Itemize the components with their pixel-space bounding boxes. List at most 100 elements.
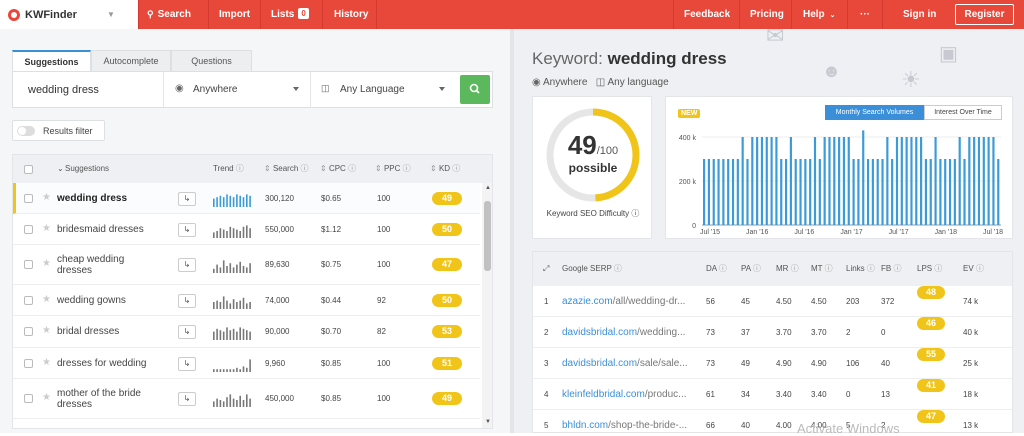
nav-import[interactable]: Import <box>219 0 250 29</box>
search-keyword-arrow-button[interactable]: ↳ <box>178 294 196 308</box>
volume-bar <box>731 159 735 225</box>
register-button[interactable]: Register <box>955 4 1014 25</box>
volume-bar <box>905 137 908 225</box>
serp-url-link[interactable]: bhldn.com/shop-the-bride-... <box>562 410 687 432</box>
cell-search: 9,960 <box>265 359 286 368</box>
serp-url-link[interactable]: kleinfeldbridal.com/produc... <box>562 379 687 410</box>
trend-bar <box>226 194 228 207</box>
serp-url-link[interactable]: davidsbridal.com/sale/sale... <box>562 348 688 379</box>
nav-history[interactable]: History <box>334 0 368 29</box>
expand-icon[interactable]: ⤢ <box>543 252 549 286</box>
cell-search: 450,000 <box>265 394 294 403</box>
trend-bar <box>229 195 232 207</box>
table-row[interactable]: ★ wedding dress ↳ 300,120 $0.65 100 49 <box>13 183 480 214</box>
table-row[interactable]: ★ mother of the bride dresses ↳ 450,000 $0.8… <box>13 379 480 419</box>
favorite-star-icon[interactable]: ★ <box>42 392 51 403</box>
select-all-checkbox[interactable] <box>24 165 33 174</box>
row-checkbox[interactable] <box>24 194 33 203</box>
cell-cpc: $0.75 <box>321 260 342 269</box>
table-row[interactable]: ★ dresses for wedding ↳ 9,960 $0.85 100 51 <box>13 348 480 379</box>
trend-bar <box>222 331 225 340</box>
favorite-star-icon[interactable]: ★ <box>42 294 51 305</box>
tab-questions[interactable]: Questions <box>171 50 252 71</box>
keyword-text[interactable]: cheap wedding dresses <box>57 254 152 276</box>
favorite-star-icon[interactable]: ★ <box>42 357 51 368</box>
volume-bar <box>760 137 764 225</box>
serp-row[interactable]: 3 davidsbridal.com/sale/sale... 73 49 4.90 4.… <box>533 348 1012 379</box>
favorite-star-icon[interactable]: ★ <box>42 192 51 203</box>
location-select[interactable]: Anywhere <box>193 72 237 108</box>
favorite-star-icon[interactable]: ★ <box>42 258 51 269</box>
search-keyword-arrow-button[interactable]: ↳ <box>178 192 196 206</box>
search-keyword-arrow-button[interactable]: ↳ <box>178 258 196 272</box>
toggle-switch[interactable] <box>17 126 35 136</box>
info-icon: ⓘ <box>718 264 727 273</box>
trend-bar <box>249 302 251 309</box>
keyword-text[interactable]: bridesmaid dresses <box>57 224 152 235</box>
trend-bar <box>216 398 218 407</box>
row-checkbox[interactable] <box>24 394 33 403</box>
nav-help[interactable]: Help ⌄ <box>803 0 836 29</box>
row-checkbox[interactable] <box>24 225 33 234</box>
volume-bar <box>751 137 754 225</box>
favorite-star-icon[interactable]: ★ <box>42 325 51 336</box>
cell-ppc: 82 <box>377 327 386 336</box>
nav-search[interactable]: ⚲ Search <box>147 0 191 29</box>
search-keyword-arrow-button[interactable]: ↳ <box>178 392 196 406</box>
search-keyword-arrow-button[interactable]: ↳ <box>178 223 196 237</box>
serp-row[interactable]: 1 azazie.com/all/wedding-dr... 56 45 4.50 4.5… <box>533 286 1012 317</box>
trend-bar <box>232 398 235 407</box>
search-keyword-arrow-button[interactable]: ↳ <box>178 357 196 371</box>
info-icon: ⓘ <box>402 164 411 173</box>
serp-rank: 5 <box>544 421 549 430</box>
col-trend[interactable]: Trend ⓘ <box>213 155 244 183</box>
col-fb: FB ⓘ <box>881 264 902 273</box>
keyword-text[interactable]: bridal dresses <box>57 326 152 337</box>
row-checkbox[interactable] <box>24 260 33 269</box>
language-select[interactable]: Any Language <box>340 72 405 108</box>
col-suggestions[interactable]: Suggestions <box>65 155 109 183</box>
brand-menu[interactable]: KWFinder ▼ <box>0 0 138 29</box>
search-submit-button[interactable] <box>460 75 490 104</box>
col-kd[interactable]: ⇕ KD ⓘ <box>430 155 460 183</box>
nav-more[interactable]: ··· <box>860 0 870 29</box>
results-filter-toggle[interactable]: Results filter <box>12 120 105 141</box>
row-checkbox[interactable] <box>24 327 33 336</box>
cell-mt: 3.70 <box>811 328 827 337</box>
cell-fb: 0 <box>881 328 886 337</box>
tab-suggestions[interactable]: Suggestions <box>12 50 91 71</box>
table-row[interactable]: ★ cheap wedding dresses ↳ 89,630 $0.75 100 47 <box>13 245 480 285</box>
volume-bar <box>973 137 976 225</box>
col-cpc[interactable]: ⇕ CPC ⓘ <box>320 155 356 183</box>
keyword-text[interactable]: mother of the bride dresses <box>57 388 152 410</box>
row-checkbox[interactable] <box>24 359 33 368</box>
table-row[interactable]: ★ wedding gowns ↳ 74,000 $0.44 92 50 <box>13 285 480 316</box>
col-ppc[interactable]: ⇕ PPC ⓘ <box>375 155 411 183</box>
search-volume-card: NEW Monthly Search Volumes Interest Over… <box>665 96 1013 239</box>
tab-autocomplete[interactable]: Autocomplete <box>91 50 171 71</box>
serp-row[interactable]: 4 kleinfeldbridal.com/produc... 61 34 3.40 3.… <box>533 379 1012 410</box>
trend-bar <box>232 299 235 309</box>
trend-bar <box>219 400 222 407</box>
keyword-text[interactable]: wedding gowns <box>57 295 152 306</box>
nav-feedback[interactable]: Feedback <box>684 0 730 29</box>
row-checkbox[interactable] <box>24 296 33 305</box>
serp-url-link[interactable]: davidsbridal.com/wedding... <box>562 317 685 348</box>
keyword-text[interactable]: dresses for wedding <box>57 358 152 369</box>
keyword-input[interactable]: wedding dress <box>28 72 99 108</box>
table-row[interactable]: ★ bridal dresses ↳ 90,000 $0.70 82 53 <box>13 316 480 348</box>
serp-row[interactable]: 5 bhldn.com/shop-the-bride-... 66 40 4.00 4.0… <box>533 410 1012 432</box>
search-keyword-arrow-button[interactable]: ↳ <box>178 325 196 339</box>
volume-bar <box>722 159 725 225</box>
table-row[interactable]: ★ bridesmaid dresses ↳ 550,000 $1.12 100 50 <box>13 214 480 245</box>
keyword-text[interactable]: wedding dress <box>57 193 152 204</box>
table-scrollbar[interactable]: ▲ ▼ <box>482 183 492 428</box>
nav-lists[interactable]: Lists 0 <box>271 0 309 29</box>
serp-url-link[interactable]: azazie.com/all/wedding-dr... <box>562 286 685 317</box>
favorite-star-icon[interactable]: ★ <box>42 223 51 234</box>
scrollbar-thumb[interactable] <box>484 201 491 271</box>
serp-row[interactable]: 2 davidsbridal.com/wedding... 73 37 3.70 3.70… <box>533 317 1012 348</box>
nav-signin[interactable]: Sign in <box>903 0 936 29</box>
volume-bar <box>809 159 812 225</box>
col-search[interactable]: ⇕ Search ⓘ <box>264 155 309 183</box>
